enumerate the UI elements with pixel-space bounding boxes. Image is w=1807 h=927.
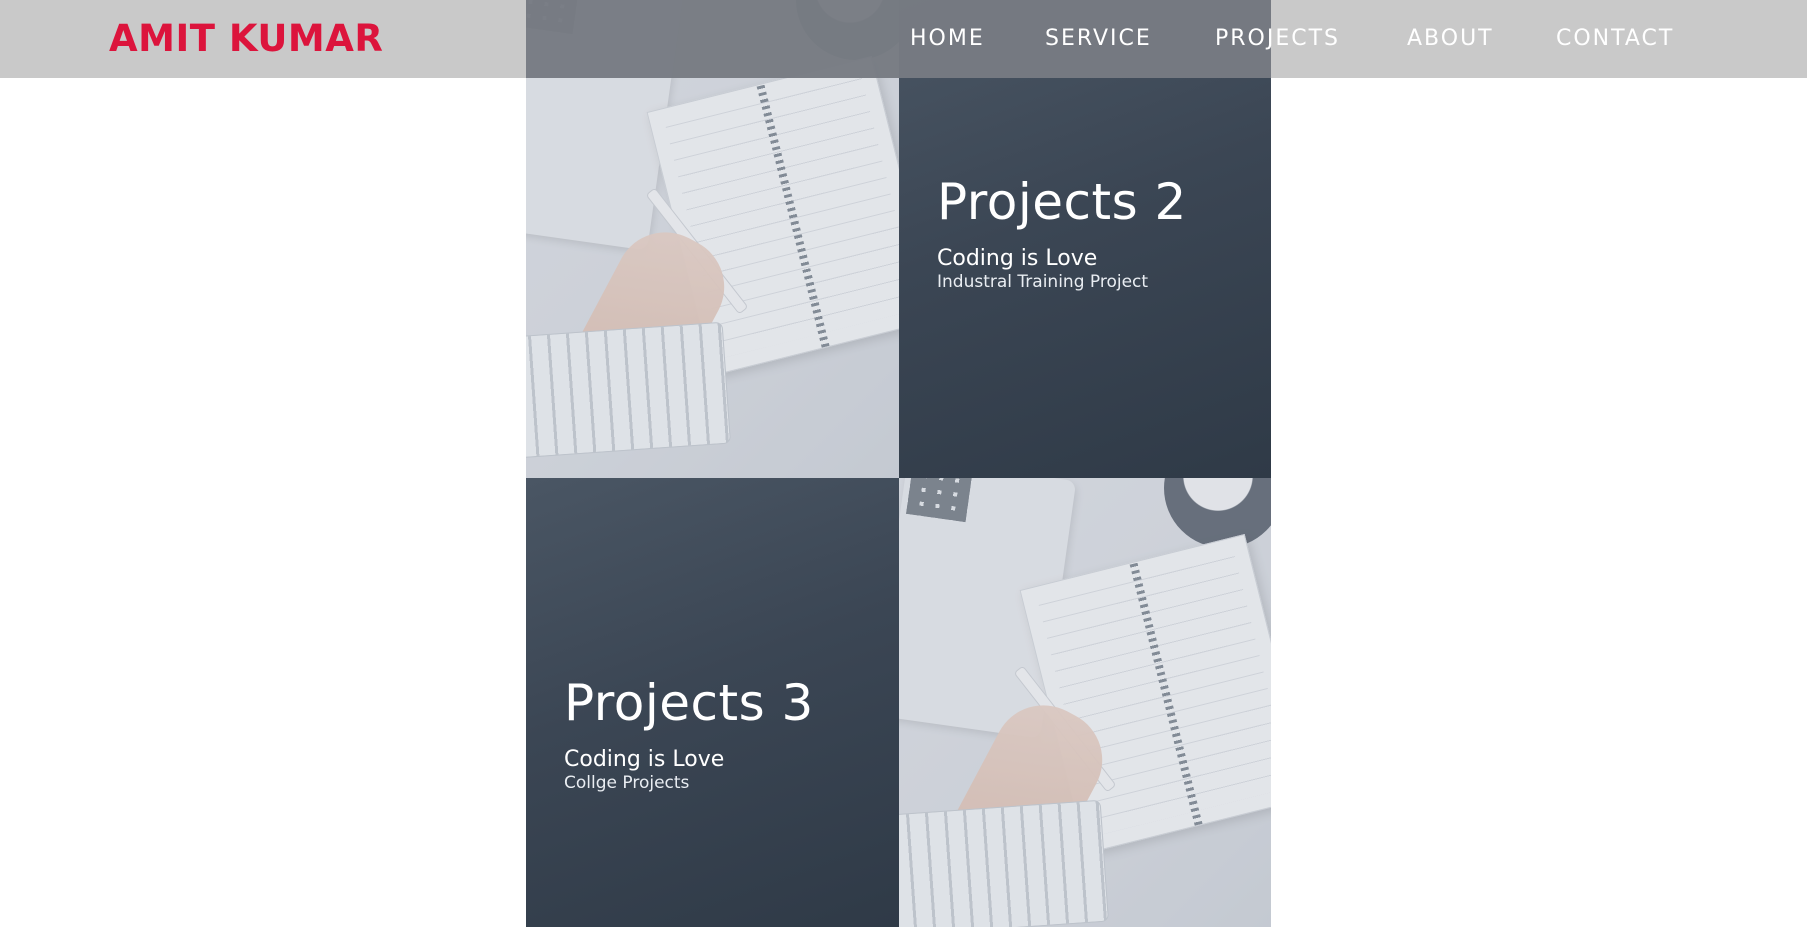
project-2-description: Industral Training Project xyxy=(937,272,1149,292)
project-3-title: Projects 3 xyxy=(564,674,814,732)
nav-home[interactable]: HOME xyxy=(910,26,985,52)
nav-projects[interactable]: PROJECTS xyxy=(1215,26,1340,52)
brand-logo[interactable]: AMIT KUMAR xyxy=(109,18,383,60)
project-2-tagline: Coding is Love xyxy=(937,246,1098,271)
nav-service[interactable]: SERVICE xyxy=(1045,26,1152,52)
top-navbar: AMIT KUMAR HOME SERVICE PROJECTS ABOUT C… xyxy=(0,0,1807,78)
projects-grid: Projects 2 Coding is Love Industral Trai… xyxy=(526,0,1271,927)
project-3-card[interactable]: Projects 3 Coding is Love Collge Project… xyxy=(526,478,899,927)
project-3-tagline: Coding is Love xyxy=(564,747,725,772)
project-3-description: Collge Projects xyxy=(564,773,690,793)
project-2-title: Projects 2 xyxy=(937,173,1187,231)
project-3-image xyxy=(899,478,1271,927)
nav-contact[interactable]: CONTACT xyxy=(1556,26,1674,52)
nav-about[interactable]: ABOUT xyxy=(1407,26,1494,52)
page: Projects 2 Coding is Love Industral Trai… xyxy=(0,0,1807,927)
